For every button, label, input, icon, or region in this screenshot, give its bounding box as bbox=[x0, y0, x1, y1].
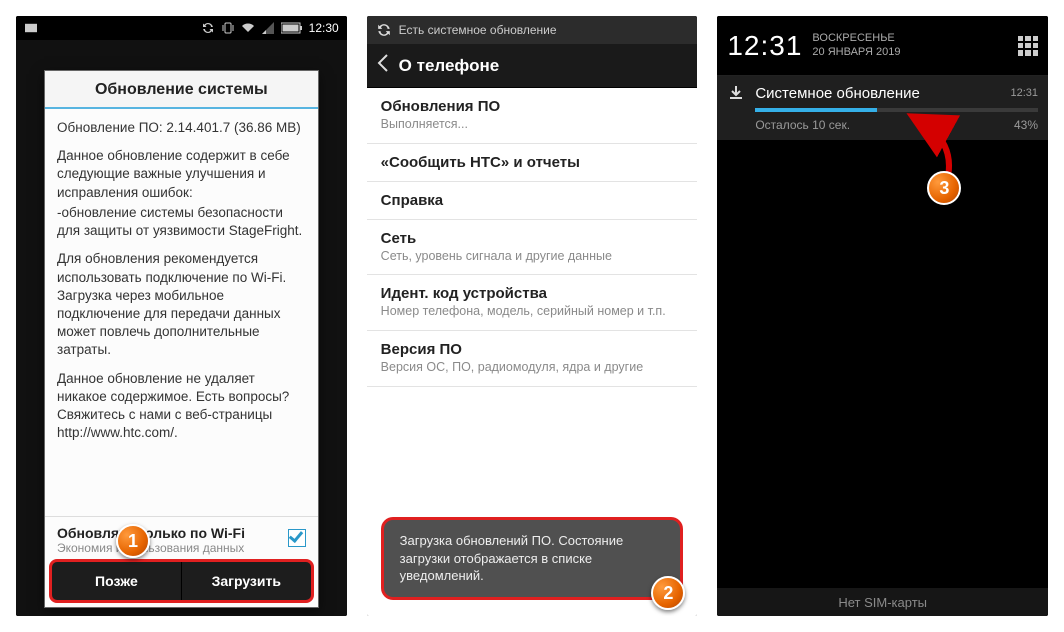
wifi-only-checkbox[interactable] bbox=[288, 529, 306, 547]
dialog-title: Обновление системы bbox=[45, 71, 318, 109]
settings-header: О телефоне bbox=[367, 44, 698, 88]
sync-icon bbox=[201, 22, 215, 34]
download-notification[interactable]: Системное обновление 12:31 Осталось 10 с… bbox=[717, 76, 1048, 141]
changes-intro: Данное обновление содержит в себе следую… bbox=[57, 147, 306, 202]
list-item[interactable]: Справка bbox=[367, 182, 698, 220]
wifi-only-label: Обновлять только по Wi-Fi bbox=[57, 525, 288, 541]
notification-icon bbox=[24, 22, 38, 34]
changes-item: -обновление системы безопасности для защ… bbox=[57, 204, 306, 240]
status-bar: 12:30 bbox=[16, 16, 347, 40]
list-item[interactable]: Обновления ПО Выполняется... bbox=[367, 88, 698, 144]
download-button[interactable]: Загрузить bbox=[182, 562, 311, 600]
settings-list[interactable]: Обновления ПО Выполняется... «Сообщить H… bbox=[367, 88, 698, 616]
sync-icon bbox=[377, 23, 391, 37]
wifi-only-row[interactable]: Обновлять только по Wi-Fi Экономия испол… bbox=[45, 516, 318, 557]
list-item[interactable]: «Сообщить HTC» и отчеты bbox=[367, 144, 698, 182]
list-item[interactable]: Идент. код устройства Номер телефона, мо… bbox=[367, 275, 698, 331]
wifi-recommendation: Для обновления рекомендуется использоват… bbox=[57, 250, 306, 359]
quick-settings-icon[interactable] bbox=[1018, 36, 1038, 56]
date-block: ВОСКРЕСЕНЬЕ 20 ЯНВАРЯ 2019 bbox=[812, 32, 900, 60]
vibrate-icon bbox=[221, 22, 235, 34]
dialog-button-row: Позже Загрузить bbox=[49, 559, 314, 603]
item-sub: Номер телефона, модель, серийный номер и… bbox=[381, 304, 684, 320]
list-item[interactable]: Сеть Сеть, уровень сигнала и другие данн… bbox=[367, 220, 698, 276]
list-item[interactable]: Версия ПО Версия ОС, ПО, радиомодуля, яд… bbox=[367, 331, 698, 387]
item-sub: Сеть, уровень сигнала и другие данные bbox=[381, 249, 684, 265]
shade-header: 12:31 ВОСКРЕСЕНЬЕ 20 ЯНВАРЯ 2019 bbox=[717, 16, 1048, 76]
header-title: О телефоне bbox=[399, 56, 500, 76]
later-button[interactable]: Позже bbox=[52, 562, 182, 600]
update-banner-text: Есть системное обновление bbox=[399, 23, 557, 37]
download-toast: Загрузка обновлений ПО. Состояние загруз… bbox=[381, 517, 684, 600]
date: 20 ЯНВАРЯ 2019 bbox=[812, 46, 900, 60]
item-label: Идент. код устройства bbox=[381, 285, 684, 302]
phone-1-system-update-dialog: 12:30 Обновление системы Обновление ПО: … bbox=[16, 16, 347, 616]
wifi-icon bbox=[241, 22, 255, 34]
notification-title: Системное обновление bbox=[755, 85, 1000, 102]
clock: 12:31 bbox=[727, 30, 802, 62]
dialog-body: Обновление ПО: 2.14.401.7 (36.86 MB) Дан… bbox=[45, 109, 318, 516]
time-remaining: Осталось 10 сек. bbox=[755, 118, 850, 132]
shade-body bbox=[717, 141, 1048, 588]
back-button[interactable] bbox=[377, 54, 389, 77]
item-sub: Выполняется... bbox=[381, 117, 684, 133]
no-delete-note: Данное обновление не удаляет никакое сод… bbox=[57, 370, 306, 443]
progress-fill bbox=[755, 108, 877, 112]
version-line: Обновление ПО: 2.14.401.7 (36.86 MB) bbox=[57, 119, 306, 137]
battery-icon bbox=[281, 22, 303, 34]
phone-3-notification-shade: 12:31 ВОСКРЕСЕНЬЕ 20 ЯНВАРЯ 2019 Системн… bbox=[717, 16, 1048, 616]
item-sub: Версия ОС, ПО, радиомодуля, ядра и други… bbox=[381, 360, 684, 376]
phone-2-about-settings: Есть системное обновление О телефоне Обн… bbox=[367, 16, 698, 616]
item-label: «Сообщить HTC» и отчеты bbox=[381, 154, 684, 171]
no-sim-label: Нет SIM-карты bbox=[717, 588, 1048, 616]
update-banner[interactable]: Есть системное обновление bbox=[367, 16, 698, 44]
item-label: Справка bbox=[381, 192, 684, 209]
notification-time: 12:31 bbox=[1010, 87, 1038, 99]
item-label: Версия ПО bbox=[381, 341, 684, 358]
item-label: Сеть bbox=[381, 230, 684, 247]
progress-percent: 43% bbox=[1014, 118, 1038, 132]
callout-badge-1: 1 bbox=[116, 524, 150, 558]
signal-icon bbox=[261, 22, 275, 34]
weekday: ВОСКРЕСЕНЬЕ bbox=[812, 32, 900, 46]
status-time: 12:30 bbox=[309, 21, 339, 35]
update-dialog: Обновление системы Обновление ПО: 2.14.4… bbox=[44, 70, 319, 608]
wifi-only-sub: Экономия использования данных bbox=[57, 541, 288, 555]
download-icon bbox=[727, 84, 745, 102]
item-label: Обновления ПО bbox=[381, 98, 684, 115]
